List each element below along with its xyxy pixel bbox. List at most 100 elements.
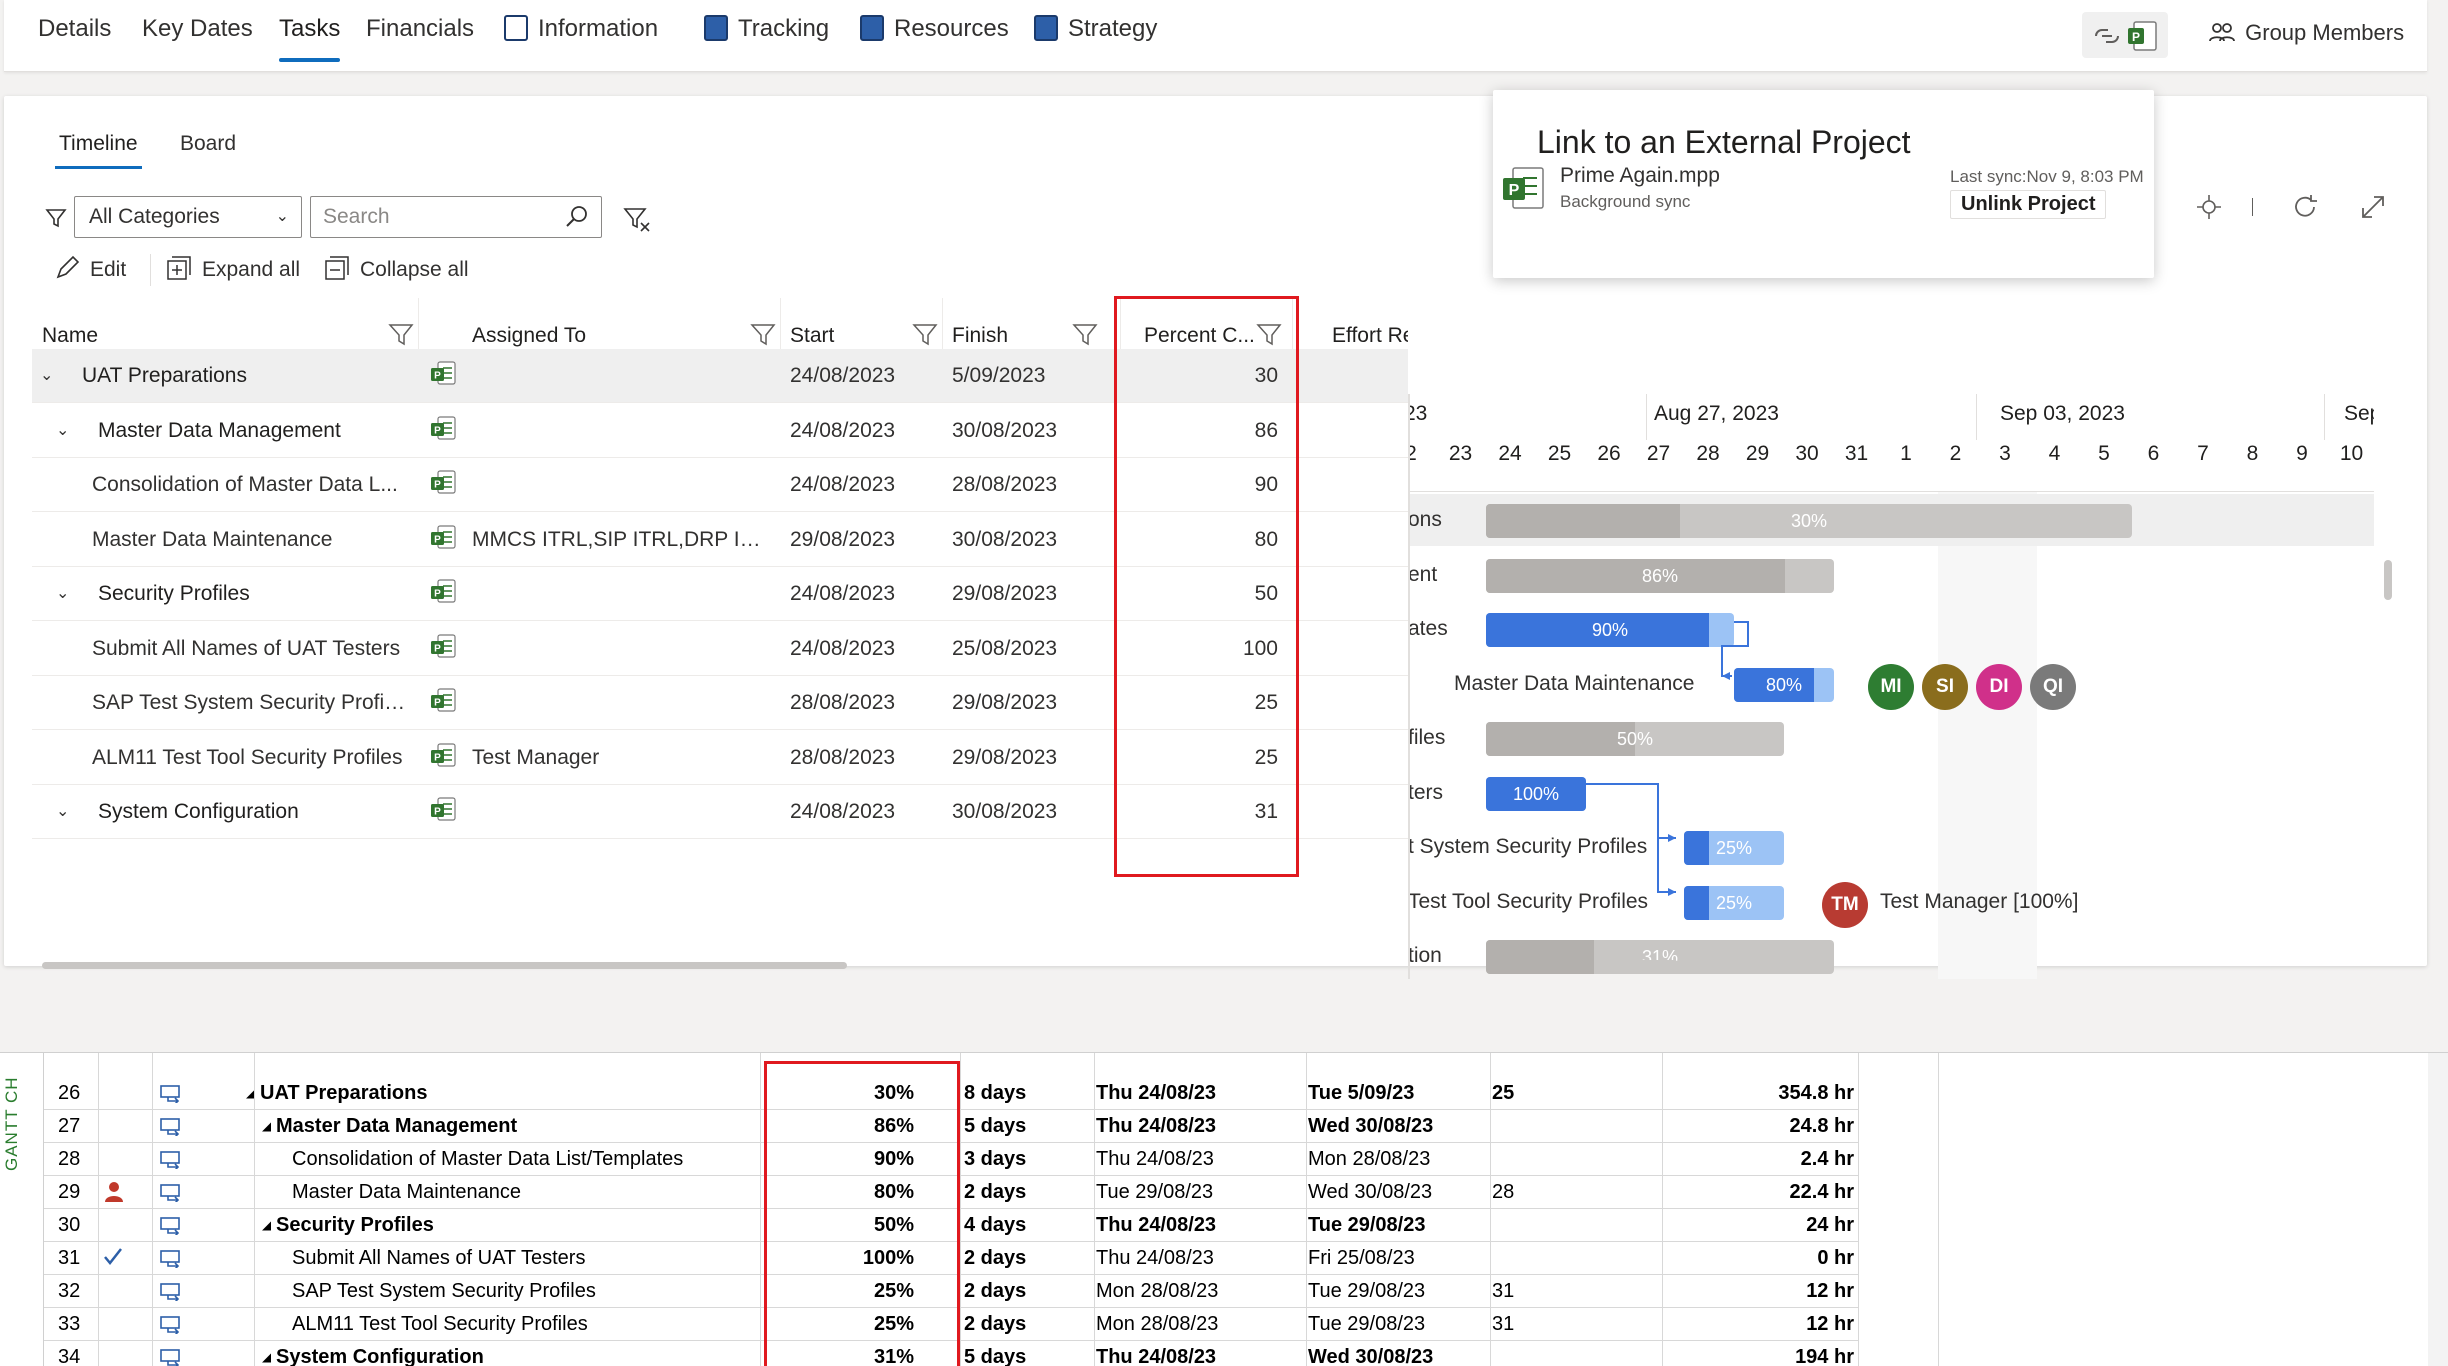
- msp-predecessors[interactable]: 25: [1492, 1077, 1652, 1110]
- msp-predecessors[interactable]: [1492, 1242, 1652, 1275]
- start-date[interactable]: 29/08/2023: [790, 513, 930, 567]
- tab-board[interactable]: Board: [180, 132, 236, 156]
- assigned-to[interactable]: [472, 404, 772, 458]
- outline-collapse-icon[interactable]: ◢: [262, 1209, 271, 1242]
- task-name[interactable]: Security Profiles: [98, 567, 407, 621]
- msp-finish[interactable]: Tue 29/08/23: [1308, 1209, 1488, 1242]
- task-name[interactable]: ALM11 Test Tool Security Profiles: [92, 731, 407, 785]
- msp-duration[interactable]: 2 days: [964, 1308, 1094, 1341]
- finish-date[interactable]: 5/09/2023: [952, 349, 1092, 403]
- assigned-to[interactable]: [472, 622, 772, 676]
- assigned-to[interactable]: MMCS ITRL,SIP ITRL,DRP ITRL,...: [472, 513, 772, 567]
- column-filter-icon[interactable]: [912, 322, 938, 348]
- task-name[interactable]: SAP Test System Security Profiles: [92, 676, 407, 730]
- gantt-scrollbar[interactable]: [1618, 960, 1678, 967]
- msp-duration[interactable]: 2 days: [964, 1242, 1094, 1275]
- msp-finish[interactable]: Wed 30/08/23: [1308, 1176, 1488, 1209]
- tab-strategy[interactable]: Strategy: [1034, 14, 1157, 54]
- msp-predecessors[interactable]: [1492, 1341, 1652, 1366]
- tab-tracking[interactable]: Tracking: [704, 14, 829, 54]
- msp-duration[interactable]: 5 days: [964, 1341, 1094, 1366]
- msp-finish[interactable]: Fri 25/08/23: [1308, 1242, 1488, 1275]
- outline-collapse-icon[interactable]: ◢: [262, 1341, 271, 1366]
- grid-horizontal-scrollbar[interactable]: [42, 962, 847, 969]
- msp-start[interactable]: Mon 28/08/23: [1096, 1308, 1296, 1341]
- chevron-down-icon[interactable]: ⌄: [56, 567, 69, 621]
- start-date[interactable]: 24/08/2023: [790, 349, 930, 403]
- msp-finish[interactable]: Wed 30/08/23: [1308, 1341, 1488, 1366]
- msp-finish[interactable]: Mon 28/08/23: [1308, 1143, 1488, 1176]
- msp-duration[interactable]: 8 days: [964, 1077, 1094, 1110]
- msp-start[interactable]: Thu 24/08/23: [1096, 1242, 1296, 1275]
- start-date[interactable]: 24/08/2023: [790, 785, 930, 839]
- msp-task-name[interactable]: Consolidation of Master Data List/Templa…: [292, 1143, 758, 1176]
- collapse-all-button[interactable]: Collapse all: [324, 254, 469, 286]
- chevron-down-icon[interactable]: ⌄: [40, 349, 53, 403]
- finish-date[interactable]: 30/08/2023: [952, 513, 1092, 567]
- task-name[interactable]: Submit All Names of UAT Testers: [92, 622, 407, 676]
- finish-date[interactable]: 29/08/2023: [952, 676, 1092, 730]
- msp-task-name[interactable]: ALM11 Test Tool Security Profiles: [292, 1308, 758, 1341]
- msp-start[interactable]: Mon 28/08/23: [1096, 1275, 1296, 1308]
- msp-predecessors[interactable]: [1492, 1209, 1652, 1242]
- tab-tasks[interactable]: Tasks: [279, 14, 341, 62]
- task-name[interactable]: Master Data Management: [98, 404, 407, 458]
- expand-all-button[interactable]: Expand all: [166, 254, 300, 286]
- msp-predecessors[interactable]: [1492, 1110, 1652, 1143]
- assigned-to[interactable]: [472, 567, 772, 621]
- msp-duration[interactable]: 2 days: [964, 1176, 1094, 1209]
- msp-work[interactable]: 0 hr: [1664, 1242, 1854, 1275]
- msp-duration[interactable]: 2 days: [964, 1275, 1094, 1308]
- msp-predecessors[interactable]: 28: [1492, 1176, 1652, 1209]
- fullscreen-icon[interactable]: [2358, 192, 2388, 222]
- msp-task-name[interactable]: SAP Test System Security Profiles: [292, 1275, 758, 1308]
- msp-duration[interactable]: 4 days: [964, 1209, 1094, 1242]
- msp-task-name[interactable]: Master Data Maintenance: [292, 1176, 758, 1209]
- start-date[interactable]: 24/08/2023: [790, 622, 930, 676]
- start-date[interactable]: 28/08/2023: [790, 676, 930, 730]
- msp-duration[interactable]: 3 days: [964, 1143, 1094, 1176]
- msp-task-name[interactable]: System Configuration: [276, 1341, 758, 1366]
- msp-predecessors[interactable]: [1492, 1143, 1652, 1176]
- msp-work[interactable]: 12 hr: [1664, 1275, 1854, 1308]
- category-select[interactable]: All Categories ⌄: [74, 196, 302, 238]
- linked-project-button[interactable]: P: [2082, 12, 2168, 58]
- finish-date[interactable]: 29/08/2023: [952, 731, 1092, 785]
- assigned-to[interactable]: [472, 458, 772, 512]
- msp-work[interactable]: 12 hr: [1664, 1308, 1854, 1341]
- start-date[interactable]: 24/08/2023: [790, 458, 930, 512]
- clear-filter-icon[interactable]: [622, 204, 652, 234]
- msp-work[interactable]: 354.8 hr: [1664, 1077, 1854, 1110]
- finish-date[interactable]: 28/08/2023: [952, 458, 1092, 512]
- msp-finish[interactable]: Tue 5/09/23: [1308, 1077, 1488, 1110]
- msp-start[interactable]: Thu 24/08/23: [1096, 1110, 1296, 1143]
- assigned-to[interactable]: [472, 676, 772, 730]
- msp-start[interactable]: Thu 24/08/23: [1096, 1143, 1296, 1176]
- group-members-button[interactable]: Group Members: [2209, 20, 2404, 46]
- assigned-to[interactable]: [472, 785, 772, 839]
- msp-predecessors[interactable]: 31: [1492, 1308, 1652, 1341]
- task-name[interactable]: System Configuration: [98, 785, 407, 839]
- task-name[interactable]: UAT Preparations: [82, 349, 407, 403]
- tab-key-dates[interactable]: Key Dates: [142, 14, 253, 54]
- tab-financials[interactable]: Financials: [366, 14, 474, 54]
- refresh-icon[interactable]: [2290, 192, 2320, 222]
- msp-vertical-scrollbar[interactable]: [2428, 1053, 2448, 1366]
- msp-work[interactable]: 22.4 hr: [1664, 1176, 1854, 1209]
- finish-date[interactable]: 29/08/2023: [952, 567, 1092, 621]
- msp-work[interactable]: 2.4 hr: [1664, 1143, 1854, 1176]
- msp-finish[interactable]: Tue 29/08/23: [1308, 1308, 1488, 1341]
- start-date[interactable]: 24/08/2023: [790, 404, 930, 458]
- column-filter-icon[interactable]: [1072, 322, 1098, 348]
- unlink-project-button[interactable]: Unlink Project: [1950, 190, 2107, 219]
- tab-details[interactable]: Details: [38, 14, 111, 54]
- msp-task-name[interactable]: Submit All Names of UAT Testers: [292, 1242, 758, 1275]
- msp-start[interactable]: Thu 24/08/23: [1096, 1209, 1296, 1242]
- task-name[interactable]: Master Data Maintenance: [92, 513, 407, 567]
- msp-duration[interactable]: 5 days: [964, 1110, 1094, 1143]
- msp-work[interactable]: 24 hr: [1664, 1209, 1854, 1242]
- outline-collapse-icon[interactable]: ◢: [262, 1110, 271, 1143]
- msp-start[interactable]: Thu 24/08/23: [1096, 1077, 1296, 1110]
- search-input[interactable]: Search: [310, 196, 602, 238]
- msp-predecessors[interactable]: 31: [1492, 1275, 1652, 1308]
